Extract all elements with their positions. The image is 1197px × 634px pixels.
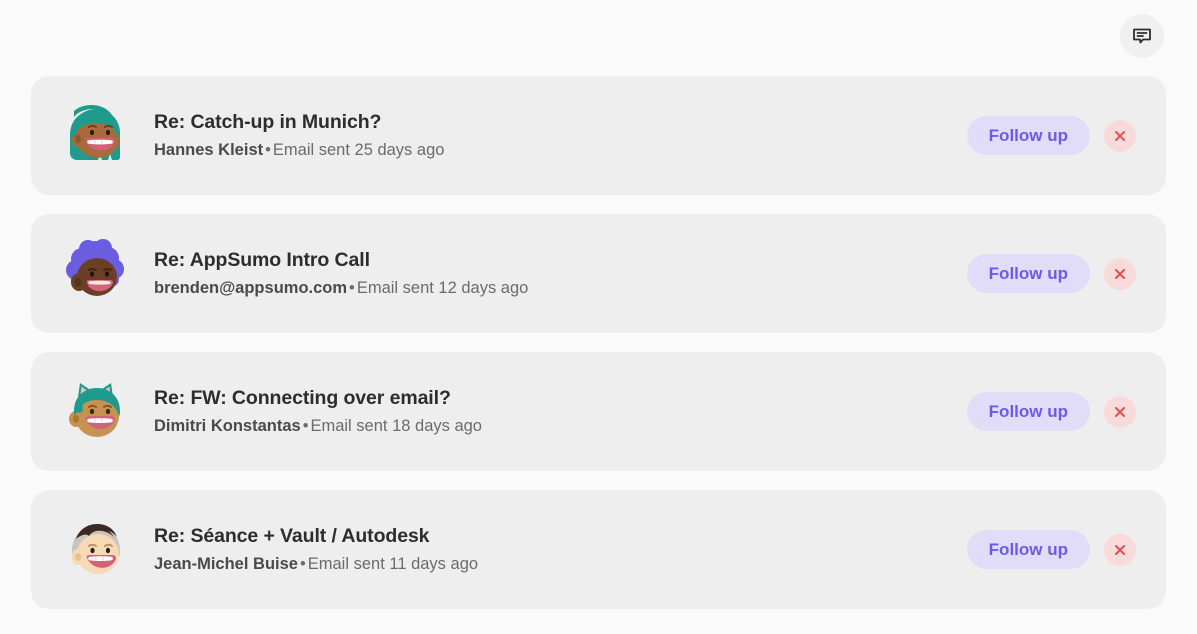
thread-card[interactable]: Re: FW: Connecting over email? Dimitri K… [31,352,1166,471]
thread-text: Re: Catch-up in Munich? Hannes Kleist • Em… [154,110,967,160]
close-icon [1112,404,1128,420]
thread-sender: Hannes Kleist [154,141,264,160]
meta-separator: • [299,555,306,574]
follow-up-button[interactable]: Follow up [966,392,1090,431]
chat-bubble-button[interactable] [1120,14,1164,58]
dismiss-button[interactable] [1104,395,1136,428]
thread-sender: brenden@appsumo.com [154,279,348,298]
meta-separator: • [349,279,355,298]
thread-meta: Jean-Michel Buise • Email sent 11 days ago [154,555,967,573]
follow-up-button[interactable]: Follow up [966,116,1090,155]
thread-subject: Re: Catch-up in Munich? [154,110,382,133]
thread-actions: Follow up [966,254,1136,293]
follow-up-button[interactable]: Follow up [966,254,1090,293]
meta-separator: • [265,141,271,160]
thread-card[interactable]: Re: Séance + Vault / Autodesk Jean-Miche… [31,490,1166,609]
thread-sender: Dimitri Konstantas [154,417,301,436]
dismiss-button[interactable] [1104,533,1136,566]
thread-subject: Re: FW: Connecting over email? [154,386,451,409]
top-bar [0,0,1197,76]
thread-card[interactable]: Re: Catch-up in Munich? Hannes Kleist • Em… [31,76,1166,195]
thread-card[interactable]: Re: AppSumo Intro Call brenden@appsumo.c… [31,214,1166,333]
avatar-dimitri-konstantas [58,375,132,449]
thread-sender: Jean-Michel Buise [154,555,298,574]
thread-timestamp: Email sent 25 days ago [272,141,445,160]
thread-subject: Re: Séance + Vault / Autodesk [154,524,430,547]
thread-actions: Follow up [966,392,1136,431]
dismiss-button[interactable] [1104,119,1136,152]
follow-up-button[interactable]: Follow up [966,530,1090,569]
thread-meta: brenden@appsumo.com • Email sent 12 days a… [154,279,967,297]
dismiss-button[interactable] [1104,257,1136,290]
followup-thread-list: Re: Catch-up in Munich? Hannes Kleist • Em… [31,76,1166,609]
close-icon [1112,542,1128,558]
avatar-hannes-kleist [58,99,132,173]
chat-bubble-icon [1130,24,1154,48]
thread-meta: Dimitri Konstantas • Email sent 18 days ag… [154,417,967,435]
thread-subject: Re: AppSumo Intro Call [154,248,370,271]
thread-meta: Hannes Kleist • Email sent 25 days ago [154,141,967,159]
avatar-jean-michel-buise [58,513,132,587]
close-icon [1112,128,1128,144]
avatar-brenden-appsumo [58,237,132,311]
thread-actions: Follow up [966,530,1136,569]
thread-timestamp: Email sent 18 days ago [310,417,482,436]
thread-timestamp: Email sent 11 days ago [307,555,479,574]
meta-separator: • [302,417,309,436]
thread-actions: Follow up [966,116,1136,155]
thread-text: Re: FW: Connecting over email? Dimitri K… [154,386,967,436]
thread-text: Re: Séance + Vault / Autodesk Jean-Miche… [154,524,967,574]
thread-timestamp: Email sent 12 days ago [356,279,529,298]
close-icon [1112,266,1128,282]
thread-text: Re: AppSumo Intro Call brenden@appsumo.c… [154,248,967,298]
